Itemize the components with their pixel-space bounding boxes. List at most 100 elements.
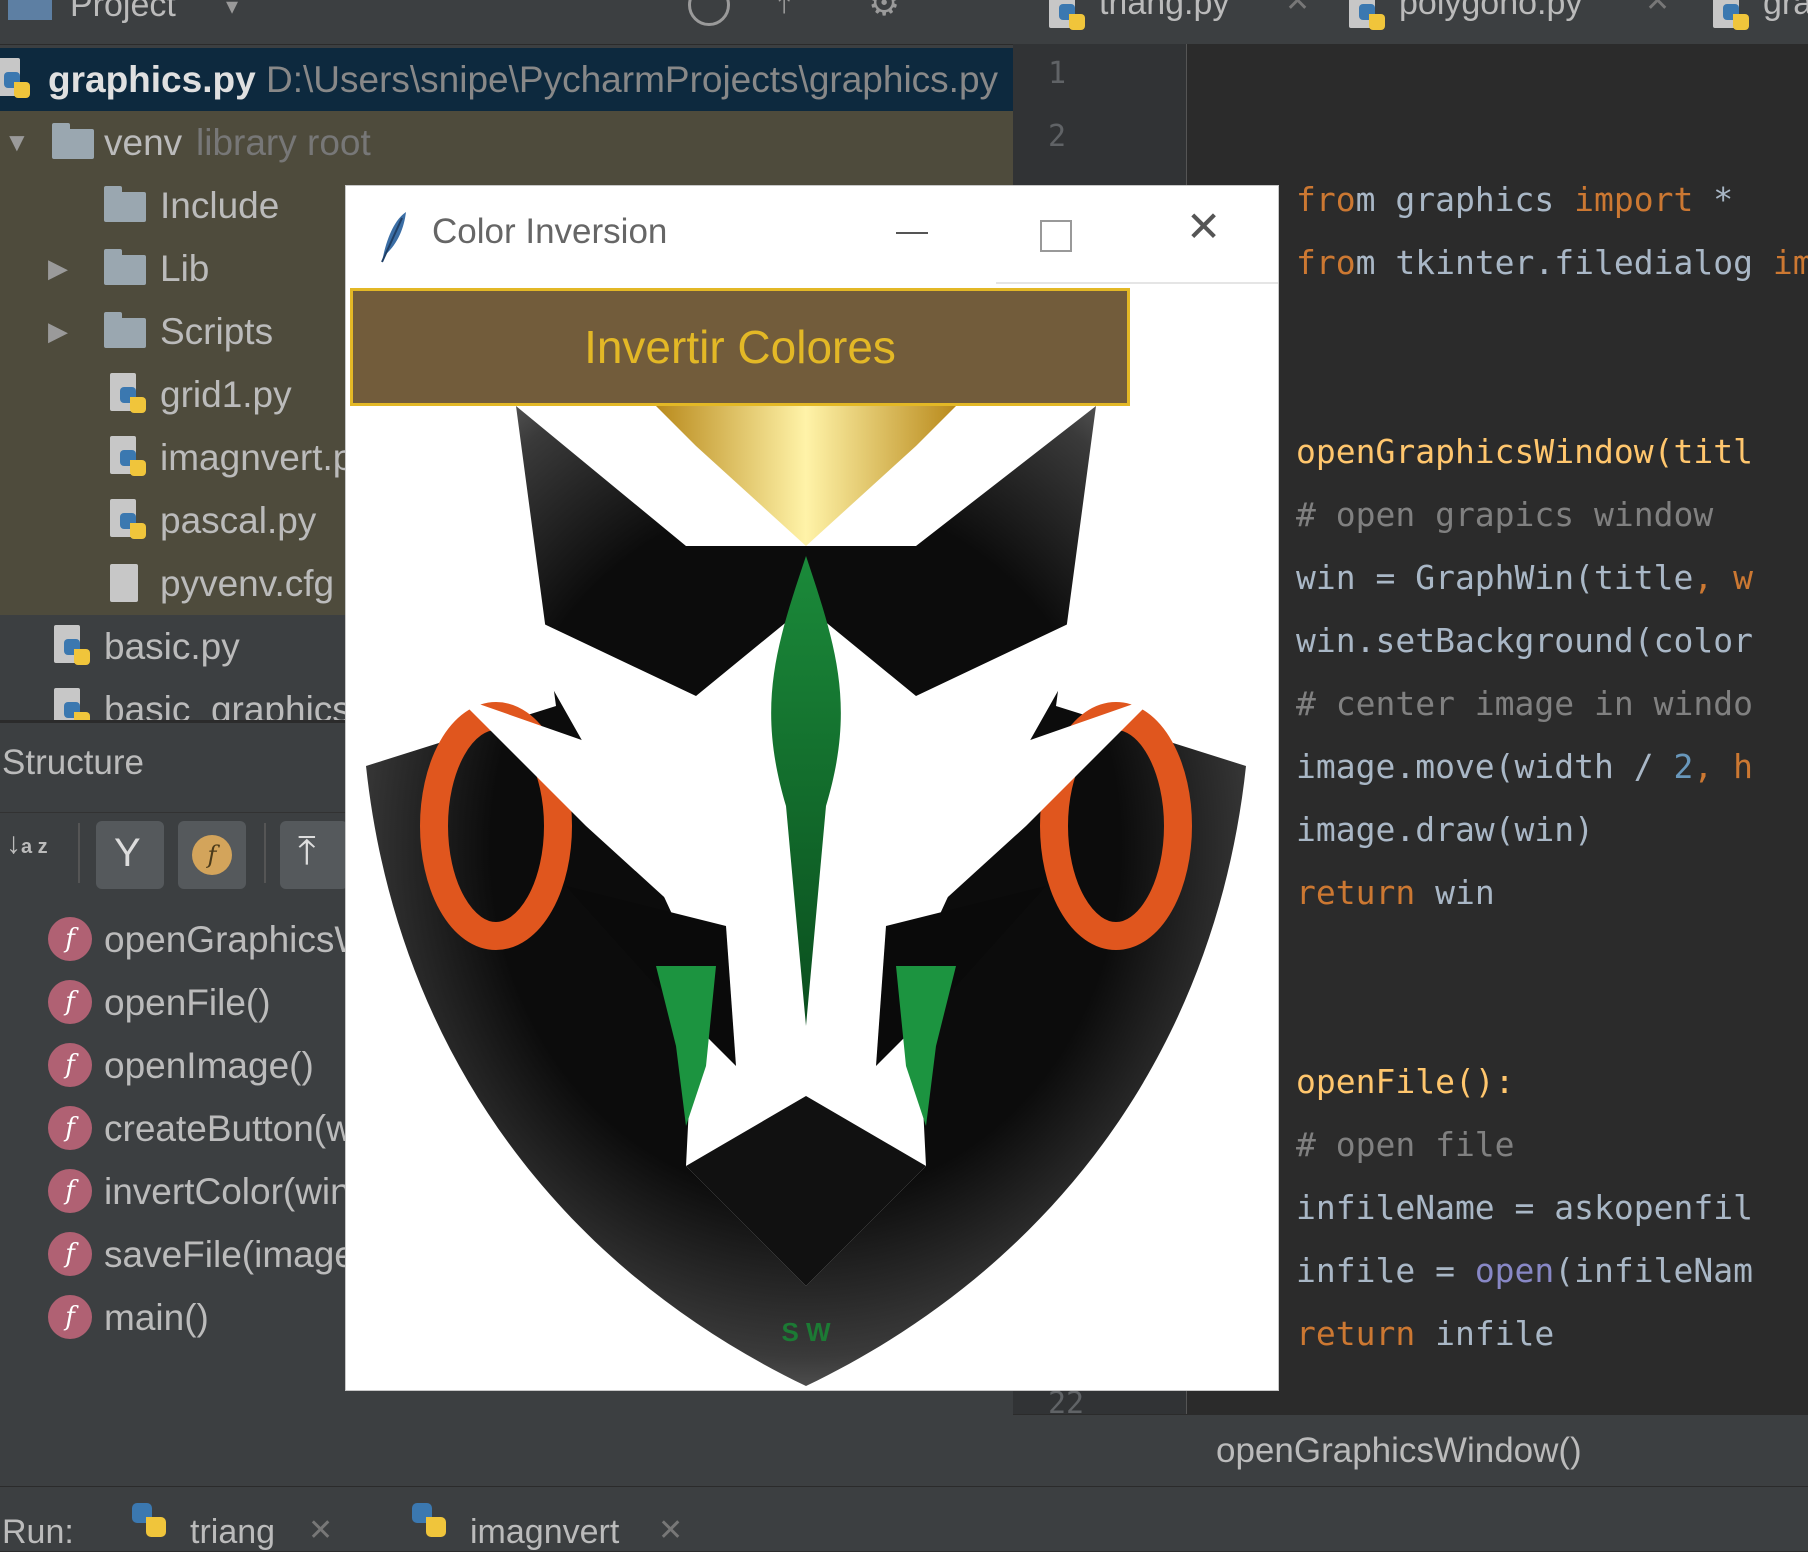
sort-alpha-label: a z	[21, 836, 48, 858]
function-filter-icon: f	[192, 835, 232, 875]
tree-item-label: basic_graphics	[104, 689, 351, 720]
chevron-down-icon[interactable]: ▾	[226, 0, 238, 21]
structure-item-label: openImage()	[104, 1045, 314, 1086]
tree-row-venv[interactable]: ▼ venv library root	[0, 111, 1013, 174]
run-tab[interactable]: triang ✕	[132, 1503, 342, 1551]
project-header-label[interactable]: Project	[70, 0, 176, 25]
close-icon[interactable]: ✕	[658, 1513, 683, 1548]
code-line: image.move(width / 2, h	[1296, 747, 1753, 786]
toolbar-divider	[264, 823, 266, 883]
editor-tab-label: graphics.py	[1763, 0, 1808, 22]
function-icon: f	[48, 1232, 92, 1276]
close-icon[interactable]: ✕	[1645, 0, 1670, 19]
function-icon: f	[48, 980, 92, 1024]
upload-icon: ⤒	[298, 829, 316, 873]
autoscroll-button[interactable]: ⤒	[280, 821, 348, 889]
code-line: openGraphicsWindow(titl	[1296, 432, 1753, 471]
text-file-icon	[110, 564, 138, 602]
tree-row-graphics-file[interactable]: graphics.py D:\Users\snipe\PycharmProjec…	[0, 48, 1013, 111]
structure-title: Structure	[2, 743, 144, 782]
editor-tab-label: polygono.py	[1399, 0, 1583, 22]
python-icon	[426, 1517, 446, 1537]
invert-colors-button[interactable]: Invertir Colores	[350, 288, 1130, 406]
titlebar-divider	[996, 282, 1278, 284]
editor-tab[interactable]: graphics.py	[1713, 0, 1808, 34]
feather-icon	[381, 212, 406, 263]
run-label: Run:	[2, 1513, 74, 1551]
tree-folder-hint: library root	[196, 122, 371, 163]
structure-item-label: invertColor(win)	[104, 1171, 364, 1212]
logo-initials: S W	[781, 1317, 831, 1347]
structure-item-label: saveFile(image)	[104, 1234, 368, 1275]
structure-item-label: openFile()	[104, 982, 271, 1023]
color-inversion-window: Color Inversion ✕ S W Invertir Colores	[346, 186, 1278, 1390]
hierarchy-icon: Y	[114, 831, 141, 875]
editor-tab-label: triang.py	[1099, 0, 1230, 22]
breadcrumb-item[interactable]: openGraphicsWindow()	[1216, 1431, 1582, 1471]
function-icon: f	[48, 917, 92, 961]
tree-item-label: Scripts	[160, 311, 274, 352]
maximize-icon[interactable]	[1040, 220, 1072, 252]
expand-arrow-icon[interactable]: ▶	[48, 237, 68, 300]
python-icon	[146, 1517, 166, 1537]
editor-tabs: triang.py ✕ polygono.py ✕ graphics.py	[1013, 0, 1808, 44]
function-icon: f	[48, 1043, 92, 1087]
expand-arrow-icon[interactable]: ▶	[48, 300, 68, 363]
window-titlebar[interactable]: Color Inversion ✕	[346, 186, 1278, 284]
python-file-icon	[110, 499, 148, 543]
structure-item-label: main()	[104, 1297, 209, 1338]
close-icon[interactable]: ✕	[308, 1513, 333, 1548]
code-line: openFile():	[1296, 1062, 1515, 1101]
project-folder-icon	[8, 0, 52, 20]
run-tab[interactable]: imagnvert ✕	[412, 1503, 692, 1551]
code-line: # center image in windo	[1296, 684, 1753, 723]
wolf-logo-image: S W	[366, 406, 1246, 1386]
code-line: return infile	[1296, 1314, 1555, 1353]
folder-icon	[52, 123, 94, 159]
tree-item-label: pyvenv.cfg	[160, 563, 335, 604]
show-inherited-button[interactable]: Y	[96, 821, 164, 889]
code-line: win.setBackground(color	[1296, 621, 1753, 660]
python-file-icon	[0, 58, 32, 102]
code-line: from tkinter.filedialog imp	[1296, 243, 1808, 282]
python-file-icon	[54, 625, 92, 669]
locate-icon[interactable]	[688, 0, 730, 26]
function-icon: f	[48, 1295, 92, 1339]
python-file-icon	[110, 373, 148, 417]
code-line: # open grapics window	[1296, 495, 1714, 534]
python-file-icon	[110, 436, 148, 480]
function-icon: f	[48, 1106, 92, 1150]
minimize-icon[interactable]	[896, 232, 928, 234]
collapse-icon[interactable]: ⤒	[778, 0, 790, 21]
line-number: 2	[1048, 119, 1067, 154]
code-line: image.draw(win)	[1296, 810, 1595, 849]
tree-item-label: grid1.py	[160, 374, 292, 415]
project-panel-header: Project ▾ ⤒ ⚙	[0, 0, 1013, 45]
window-title: Color Inversion	[432, 212, 668, 251]
function-icon: f	[48, 1169, 92, 1213]
tree-item-label: Lib	[160, 248, 210, 289]
python-file-icon	[1713, 0, 1751, 34]
gear-icon[interactable]: ⚙	[868, 0, 900, 24]
tree-folder-name: venv	[104, 122, 183, 163]
code-line: from graphics import *	[1296, 180, 1734, 219]
code-line: infileName = askopenfil	[1296, 1188, 1753, 1227]
expand-arrow-icon[interactable]: ▼	[4, 111, 30, 174]
code-line: return win	[1296, 873, 1495, 912]
toolbar-divider	[78, 823, 80, 883]
code-line: # open file	[1296, 1125, 1515, 1164]
close-icon[interactable]: ✕	[1285, 0, 1310, 19]
close-icon[interactable]: ✕	[1186, 202, 1221, 251]
tree-item-label: pascal.py	[160, 500, 317, 541]
breadcrumb: openGraphicsWindow()	[1013, 1414, 1808, 1487]
code-line: win = GraphWin(title, w	[1296, 558, 1753, 597]
run-tab-label: triang	[190, 1513, 276, 1551]
show-fields-button[interactable]: f	[178, 821, 246, 889]
python-file-icon	[54, 688, 92, 720]
python-file-icon	[1349, 0, 1387, 34]
run-tab-label: imagnvert	[470, 1513, 620, 1551]
folder-icon	[104, 249, 146, 285]
sort-alpha-icon[interactable]: ↓a z	[6, 827, 48, 861]
folder-icon	[104, 312, 146, 348]
python-file-icon	[1049, 0, 1087, 34]
